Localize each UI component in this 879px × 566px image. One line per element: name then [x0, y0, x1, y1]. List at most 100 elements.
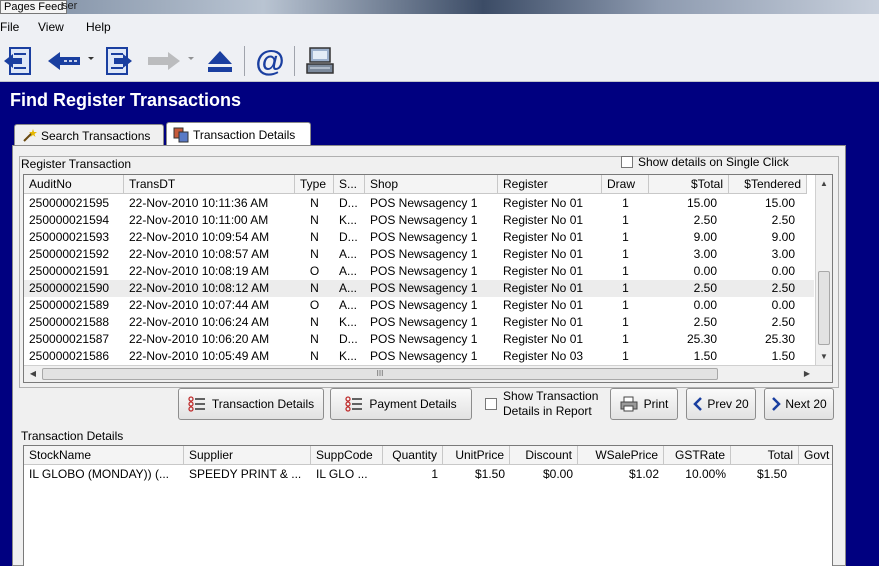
- col-wsaleprice[interactable]: WSalePrice: [578, 446, 664, 465]
- register-hscroll-thumb[interactable]: III: [42, 368, 718, 380]
- col-suppcode[interactable]: SuppCode: [311, 446, 383, 465]
- menu-help[interactable]: Help: [86, 20, 111, 34]
- cell-status: D...: [339, 230, 358, 244]
- table-row[interactable]: 250000021592 22-Nov-2010 10:08:57 AM N A...…: [24, 246, 814, 263]
- exit-button[interactable]: [0, 44, 34, 78]
- table-row[interactable]: 250000021588 22-Nov-2010 10:06:24 AM N K...…: [24, 314, 814, 331]
- cell-total: 2.50: [693, 281, 717, 295]
- forward-dropdown-icon[interactable]: [188, 57, 194, 60]
- cell-status: D...: [339, 196, 358, 210]
- register-horizontal-scrollbar[interactable]: ◀ III ▶: [24, 365, 832, 382]
- table-row[interactable]: 250000021593 22-Nov-2010 10:09:54 AM N D...…: [24, 229, 814, 246]
- table-row[interactable]: 250000021595 22-Nov-2010 10:11:36 AM N D...…: [24, 195, 814, 212]
- cell-shop: POS Newsagency 1: [370, 247, 478, 261]
- window-title-bar: [0, 0, 879, 14]
- eject-button[interactable]: [203, 44, 237, 78]
- cell-transdt: 22-Nov-2010 10:08:19 AM: [129, 264, 270, 278]
- table-row[interactable]: 250000021590 22-Nov-2010 10:08:12 AM N A...…: [24, 280, 814, 297]
- col-shop[interactable]: Shop: [365, 175, 498, 194]
- register-grid-header: AuditNo TransDT Type S... Shop Register …: [24, 175, 807, 194]
- cell-auditno: 250000021591: [29, 264, 110, 278]
- register-button[interactable]: [303, 44, 337, 78]
- register-icon: [306, 47, 334, 74]
- cell-type: N: [310, 281, 319, 295]
- cell-shop: POS Newsagency 1: [370, 349, 478, 363]
- tooltip: Pages Feed: [0, 0, 68, 14]
- cell-tendered: 25.30: [764, 332, 795, 346]
- back-button[interactable]: [44, 44, 84, 78]
- cell-register: Register No 01: [503, 196, 584, 210]
- show-transaction-checkbox[interactable]: [485, 398, 497, 410]
- cell-tendered: 15.00: [764, 196, 795, 210]
- cell-auditno: 250000021586: [29, 349, 110, 363]
- col-status[interactable]: S...: [334, 175, 365, 194]
- payment-details-button[interactable]: Payment Details: [330, 388, 472, 420]
- tab-search-transactions[interactable]: Search Transactions: [14, 124, 164, 146]
- cell-transdt: 22-Nov-2010 10:07:44 AM: [129, 298, 270, 312]
- forward-button[interactable]: [144, 44, 184, 78]
- col-supplier[interactable]: Supplier: [184, 446, 311, 465]
- cell-tendered: 2.50: [771, 213, 795, 227]
- cell-register: Register No 01: [503, 230, 584, 244]
- cell-auditno: 250000021592: [29, 247, 110, 261]
- back-dropdown-icon[interactable]: [88, 57, 94, 60]
- menu-file[interactable]: File: [0, 20, 19, 34]
- cell-register: Register No 01: [503, 281, 584, 295]
- cell-total: 9.00: [693, 230, 717, 244]
- cell-tendered: 3.00: [771, 247, 795, 261]
- table-row[interactable]: 250000021589 22-Nov-2010 10:07:44 AM O A...…: [24, 297, 814, 314]
- transaction-details-button[interactable]: Transaction Details: [178, 388, 324, 420]
- table-row[interactable]: 250000021591 22-Nov-2010 10:08:19 AM O A...…: [24, 263, 814, 280]
- print-button[interactable]: Print: [610, 388, 678, 420]
- col-unitprice[interactable]: UnitPrice: [443, 446, 510, 465]
- cell-tendered: 9.00: [771, 230, 795, 244]
- col-total[interactable]: $Total: [649, 175, 729, 194]
- col-auditno[interactable]: AuditNo: [24, 175, 124, 194]
- cell-auditno: 250000021595: [29, 196, 110, 210]
- scroll-left-icon[interactable]: ◀: [26, 367, 40, 381]
- col-transdt[interactable]: TransDT: [124, 175, 295, 194]
- cell-transdt: 22-Nov-2010 10:09:54 AM: [129, 230, 270, 244]
- table-row[interactable]: 250000021586 22-Nov-2010 10:05:49 AM N K...…: [24, 348, 814, 365]
- scroll-right-icon[interactable]: ▶: [800, 367, 814, 381]
- prev-20-button[interactable]: Prev 20: [686, 388, 756, 420]
- cell-auditno: 250000021593: [29, 230, 110, 244]
- details-grid-header: StockName Supplier SuppCode Quantity Uni…: [24, 446, 832, 465]
- cell-draw: 1: [622, 315, 629, 329]
- cell-type: O: [309, 298, 320, 312]
- edit-button[interactable]: [101, 44, 135, 78]
- scroll-down-icon[interactable]: ▼: [817, 350, 831, 364]
- cell-suppcode: IL GLO ...: [316, 467, 368, 481]
- col-type[interactable]: Type: [295, 175, 334, 194]
- cell-type: N: [310, 315, 319, 329]
- email-icon: @: [255, 45, 284, 78]
- tab-transaction-details[interactable]: Transaction Details: [166, 122, 311, 146]
- cell-status: K...: [339, 315, 358, 329]
- table-row[interactable]: 250000021594 22-Nov-2010 10:11:00 AM N K...…: [24, 212, 814, 229]
- email-button[interactable]: @: [253, 44, 287, 78]
- col-discount[interactable]: Discount: [510, 446, 578, 465]
- cell-total: 0.00: [693, 264, 717, 278]
- table-row[interactable]: 250000021587 22-Nov-2010 10:06:20 AM N D...…: [24, 331, 814, 348]
- cell-transdt: 22-Nov-2010 10:11:00 AM: [129, 213, 269, 227]
- register-vscroll-thumb[interactable]: [818, 271, 830, 345]
- cell-auditno: 250000021588: [29, 315, 110, 329]
- cell-shop: POS Newsagency 1: [370, 332, 478, 346]
- col-total[interactable]: Total: [731, 446, 799, 465]
- col-gstrate[interactable]: GSTRate: [664, 446, 731, 465]
- col-govt[interactable]: Govt: [799, 446, 832, 465]
- register-vertical-scrollbar[interactable]: ▲ ▼: [815, 175, 832, 365]
- toolbar: @: [0, 40, 879, 82]
- col-register[interactable]: Register: [498, 175, 602, 194]
- next-20-button[interactable]: Next 20: [764, 388, 834, 420]
- col-quantity[interactable]: Quantity: [383, 446, 443, 465]
- single-click-checkbox[interactable]: [621, 156, 633, 168]
- scroll-up-icon[interactable]: ▲: [817, 177, 831, 191]
- menu-view[interactable]: View: [38, 20, 64, 34]
- col-draw[interactable]: Draw: [602, 175, 649, 194]
- col-tendered[interactable]: $Tendered: [729, 175, 807, 194]
- col-stockname[interactable]: StockName: [24, 446, 184, 465]
- table-row[interactable]: IL GLOBO (MONDAY)) (... SPEEDY PRINT & ..…: [24, 466, 832, 483]
- cell-status: A...: [339, 264, 358, 278]
- cell-type: N: [310, 230, 319, 244]
